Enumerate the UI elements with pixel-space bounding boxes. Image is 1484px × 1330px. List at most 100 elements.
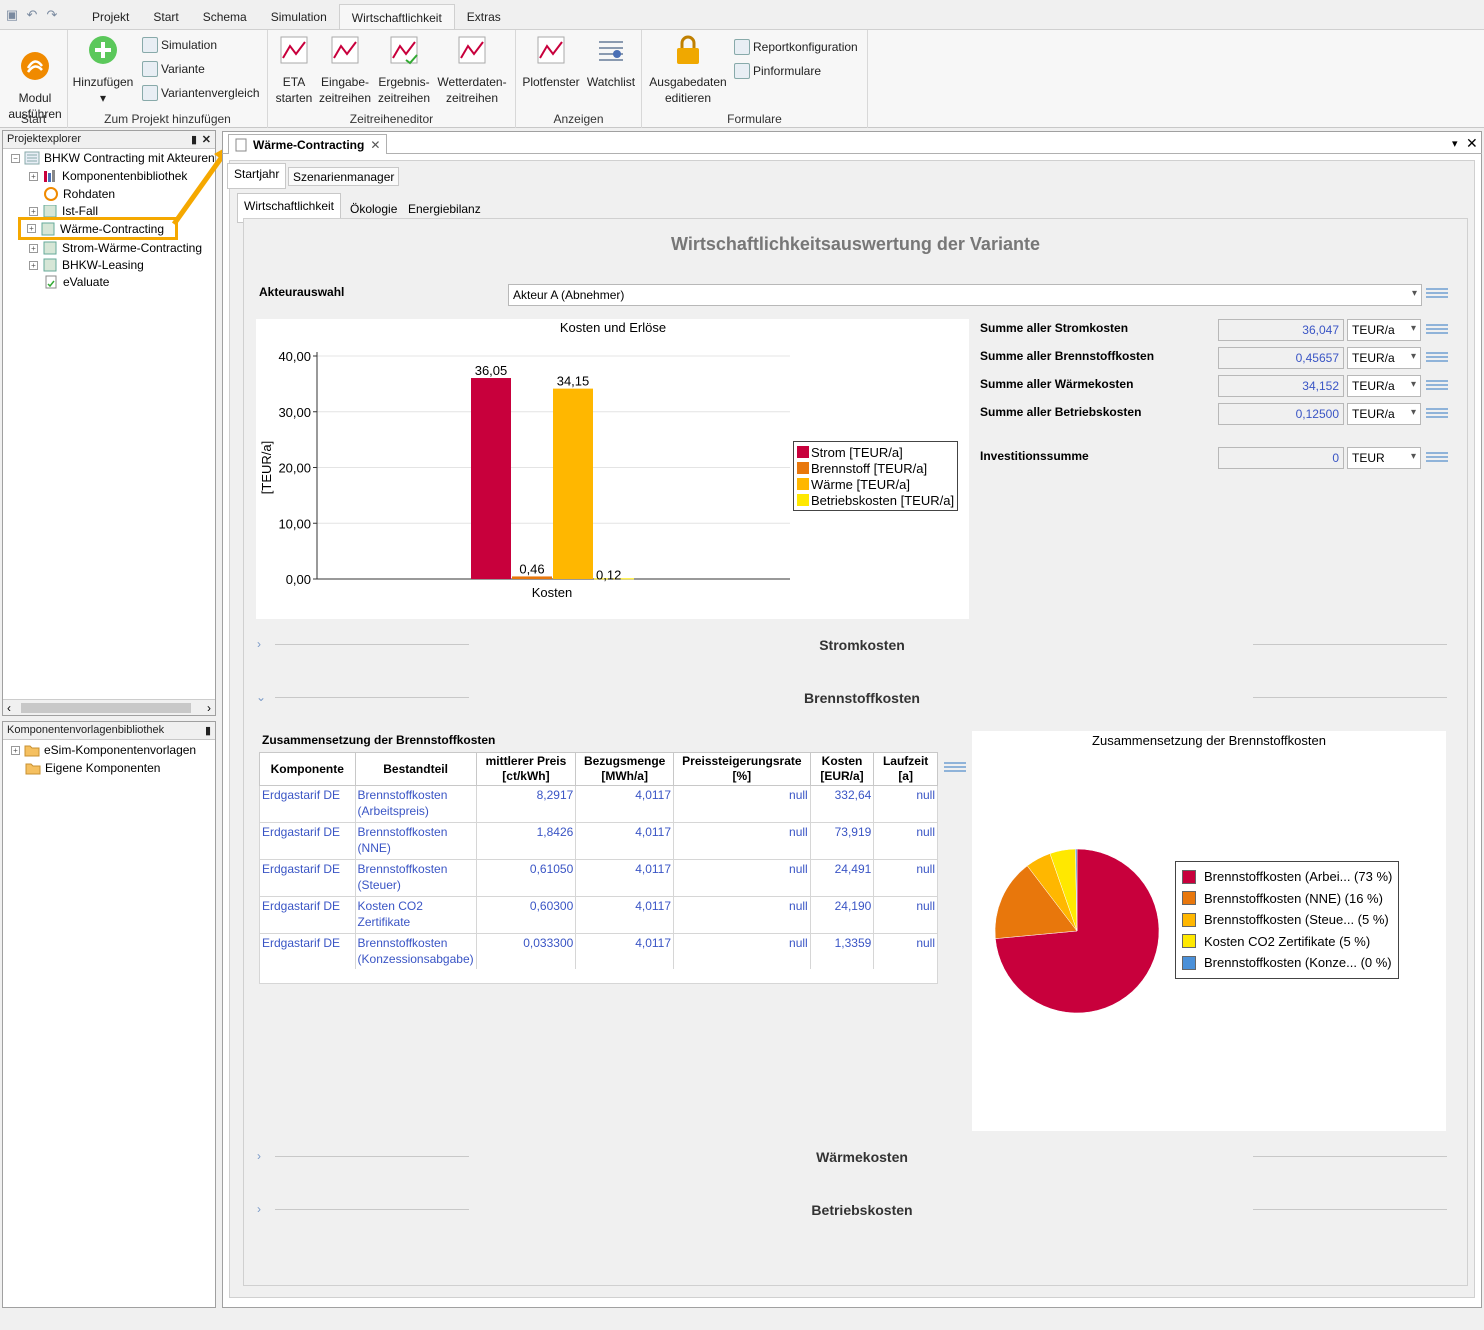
table-cell[interactable]: Erdgastarif DE — [259, 822, 356, 860]
table-cell[interactable]: 4,0117 — [575, 896, 675, 934]
table-cell[interactable]: null — [673, 859, 811, 897]
table-cell[interactable]: 24,190 — [809, 896, 875, 934]
table-row[interactable]: Erdgastarif DE Brennstoffkosten (Steuer) 0… — [259, 859, 938, 897]
table-cell[interactable]: null — [873, 822, 938, 860]
menu-icon[interactable] — [1426, 350, 1448, 366]
menu-icon[interactable] — [1426, 406, 1448, 422]
chevron-right-icon[interactable]: › — [257, 637, 261, 651]
scroll-left-icon[interactable]: ‹ — [7, 701, 11, 715]
modul-ausfuehren-button[interactable]: Modul ausführen — [6, 34, 64, 122]
expand-icon[interactable]: + — [29, 171, 38, 181]
table-cell[interactable]: null — [873, 859, 938, 897]
table-row[interactable]: Erdgastarif DE Kosten CO2 Zertifikate 0,60… — [259, 896, 938, 934]
expand-icon[interactable]: + — [29, 260, 38, 270]
table-cell[interactable]: null — [873, 933, 938, 971]
tab-projekt[interactable]: Projekt — [80, 4, 141, 30]
table-cell[interactable]: 73,919 — [809, 822, 875, 860]
column-header[interactable]: Laufzeit [a] — [873, 752, 938, 786]
tree-item-waerme-contracting[interactable]: + Wärme-Contracting — [18, 217, 178, 240]
tab-wirtschaftlichkeit[interactable]: Wirtschaftlichkeit — [338, 4, 455, 30]
menu-icon[interactable] — [1426, 286, 1448, 302]
table-cell[interactable]: 4,0117 — [575, 785, 675, 823]
menu-icon[interactable] — [1426, 378, 1448, 394]
horizontal-scrollbar[interactable]: ‹ › — [3, 699, 215, 715]
variantenvergleich-button[interactable]: Variantenvergleich — [142, 84, 260, 102]
scroll-right-icon[interactable]: › — [207, 701, 211, 715]
close-icon[interactable]: ✕ — [370, 138, 380, 152]
akteur-select[interactable]: Akteur A (Abnehmer) ▾ — [508, 284, 1422, 306]
subtab-szenarienmanager[interactable]: Szenarienmanager — [288, 167, 400, 186]
table-cell[interactable]: 0,60300 — [475, 896, 577, 934]
table-cell[interactable]: null — [873, 896, 938, 934]
pin-icon[interactable]: ▮ — [205, 724, 211, 737]
column-header[interactable]: Kosten [EUR/a] — [809, 752, 875, 786]
table-cell[interactable]: 4,0117 — [575, 822, 675, 860]
reportkonfiguration-button[interactable]: Reportkonfiguration — [734, 38, 858, 56]
table-row[interactable]: Erdgastarif DE Brennstoffkosten (NNE) 1,84… — [259, 822, 938, 860]
chevron-right-icon[interactable]: › — [257, 1149, 261, 1163]
table-cell[interactable]: Erdgastarif DE — [259, 933, 356, 971]
tree-item-esim-vorlagen[interactable]: + eSim-Komponentenvorlagen — [11, 743, 196, 757]
column-header[interactable]: Preissteigerungsrate [%] — [673, 752, 811, 786]
tab-start[interactable]: Start — [141, 4, 190, 30]
table-cell[interactable]: Erdgastarif DE — [259, 896, 356, 934]
table-cell[interactable]: 4,0117 — [575, 933, 675, 971]
column-header[interactable]: Bestandteil — [354, 752, 477, 786]
close-document-icon[interactable]: ✕ — [1466, 135, 1478, 152]
save-icon[interactable]: ▣ — [4, 7, 20, 23]
collapse-icon[interactable]: − — [11, 153, 20, 163]
tree-item-eigene-komponenten[interactable]: Eigene Komponenten — [25, 761, 160, 775]
column-header[interactable]: Bezugsmenge [MWh/a] — [575, 752, 675, 786]
column-header[interactable]: Komponente — [259, 752, 356, 786]
table-cell[interactable]: 332,64 — [809, 785, 875, 823]
pinformulare-button[interactable]: Pinformulare — [734, 62, 821, 80]
section-waermekosten[interactable]: Wärmekosten — [700, 1149, 1024, 1165]
chevron-right-icon[interactable]: › — [257, 1202, 261, 1216]
tree-item-ist-fall[interactable]: + Ist-Fall — [29, 205, 98, 217]
expand-icon[interactable]: + — [29, 243, 38, 253]
eta-starten-button[interactable]: ETA starten — [272, 34, 316, 106]
table-cell[interactable]: 0,033300 — [475, 933, 577, 971]
section-brennstoffkosten[interactable]: Brennstoffkosten — [700, 690, 1024, 706]
expand-icon[interactable]: + — [11, 745, 20, 755]
table-cell[interactable]: 8,2917 — [475, 785, 577, 823]
simulation-button[interactable]: Simulation — [142, 36, 217, 54]
table-cell[interactable]: Brennstoffkosten (Steuer) — [354, 859, 477, 897]
sum-unit-select[interactable]: TEUR/a ▾ — [1347, 347, 1421, 369]
watchlist-button[interactable]: Watchlist — [584, 34, 638, 90]
table-cell[interactable]: 1,8426 — [475, 822, 577, 860]
tab-schema[interactable]: Schema — [191, 4, 259, 30]
table-cell[interactable]: 1,3359 — [809, 933, 875, 971]
section-betriebskosten[interactable]: Betriebskosten — [700, 1202, 1024, 1218]
undo-icon[interactable]: ↶ — [24, 7, 40, 23]
menu-icon[interactable] — [1426, 450, 1448, 466]
scrollbar-thumb[interactable] — [21, 703, 191, 713]
column-header[interactable]: mittlerer Preis [ct/kWh] — [475, 752, 577, 786]
variante-button[interactable]: Variante — [142, 60, 205, 78]
table-cell[interactable]: null — [673, 822, 811, 860]
table-cell[interactable]: 4,0117 — [575, 859, 675, 897]
table-cell[interactable]: null — [873, 785, 938, 823]
plotfenster-button[interactable]: Plotfenster — [520, 34, 582, 90]
ergebniszeitreihen-button[interactable]: Ergebnis- zeitreihen — [376, 34, 432, 106]
table-cell[interactable]: 0,61050 — [475, 859, 577, 897]
tree-item-rohdaten[interactable]: Rohdaten — [43, 187, 115, 201]
menu-icon[interactable] — [944, 760, 966, 776]
invest-unit-select[interactable]: TEUR ▾ — [1347, 447, 1421, 469]
sum-unit-select[interactable]: TEUR/a ▾ — [1347, 319, 1421, 341]
tab-extras[interactable]: Extras — [455, 4, 513, 30]
table-cell[interactable]: 24,491 — [809, 859, 875, 897]
table-cell[interactable]: Erdgastarif DE — [259, 785, 356, 823]
table-row[interactable]: Erdgastarif DE Brennstoffkosten (Arbeitsp… — [259, 785, 938, 823]
table-cell[interactable]: Kosten CO2 Zertifikate — [354, 896, 477, 934]
tree-item-bhkw-leasing[interactable]: + BHKW-Leasing — [29, 258, 144, 272]
expand-icon[interactable]: + — [27, 224, 36, 233]
table-cell[interactable]: null — [673, 785, 811, 823]
tree-item-komponentenbibliothek[interactable]: + Komponentenbibliothek — [29, 169, 187, 183]
tree-item-evaluate[interactable]: eValuate — [43, 275, 109, 289]
innertab-energiebilanz[interactable]: Energiebilanz — [403, 199, 486, 218]
table-cell[interactable]: Brennstoffkosten (NNE) — [354, 822, 477, 860]
ausgabedaten-editieren-button[interactable]: Ausgabedaten editieren — [646, 34, 730, 106]
table-cell[interactable]: Brennstoffkosten (Arbeitspreis) — [354, 785, 477, 823]
tab-menu-icon[interactable]: ▾ — [1452, 137, 1458, 150]
